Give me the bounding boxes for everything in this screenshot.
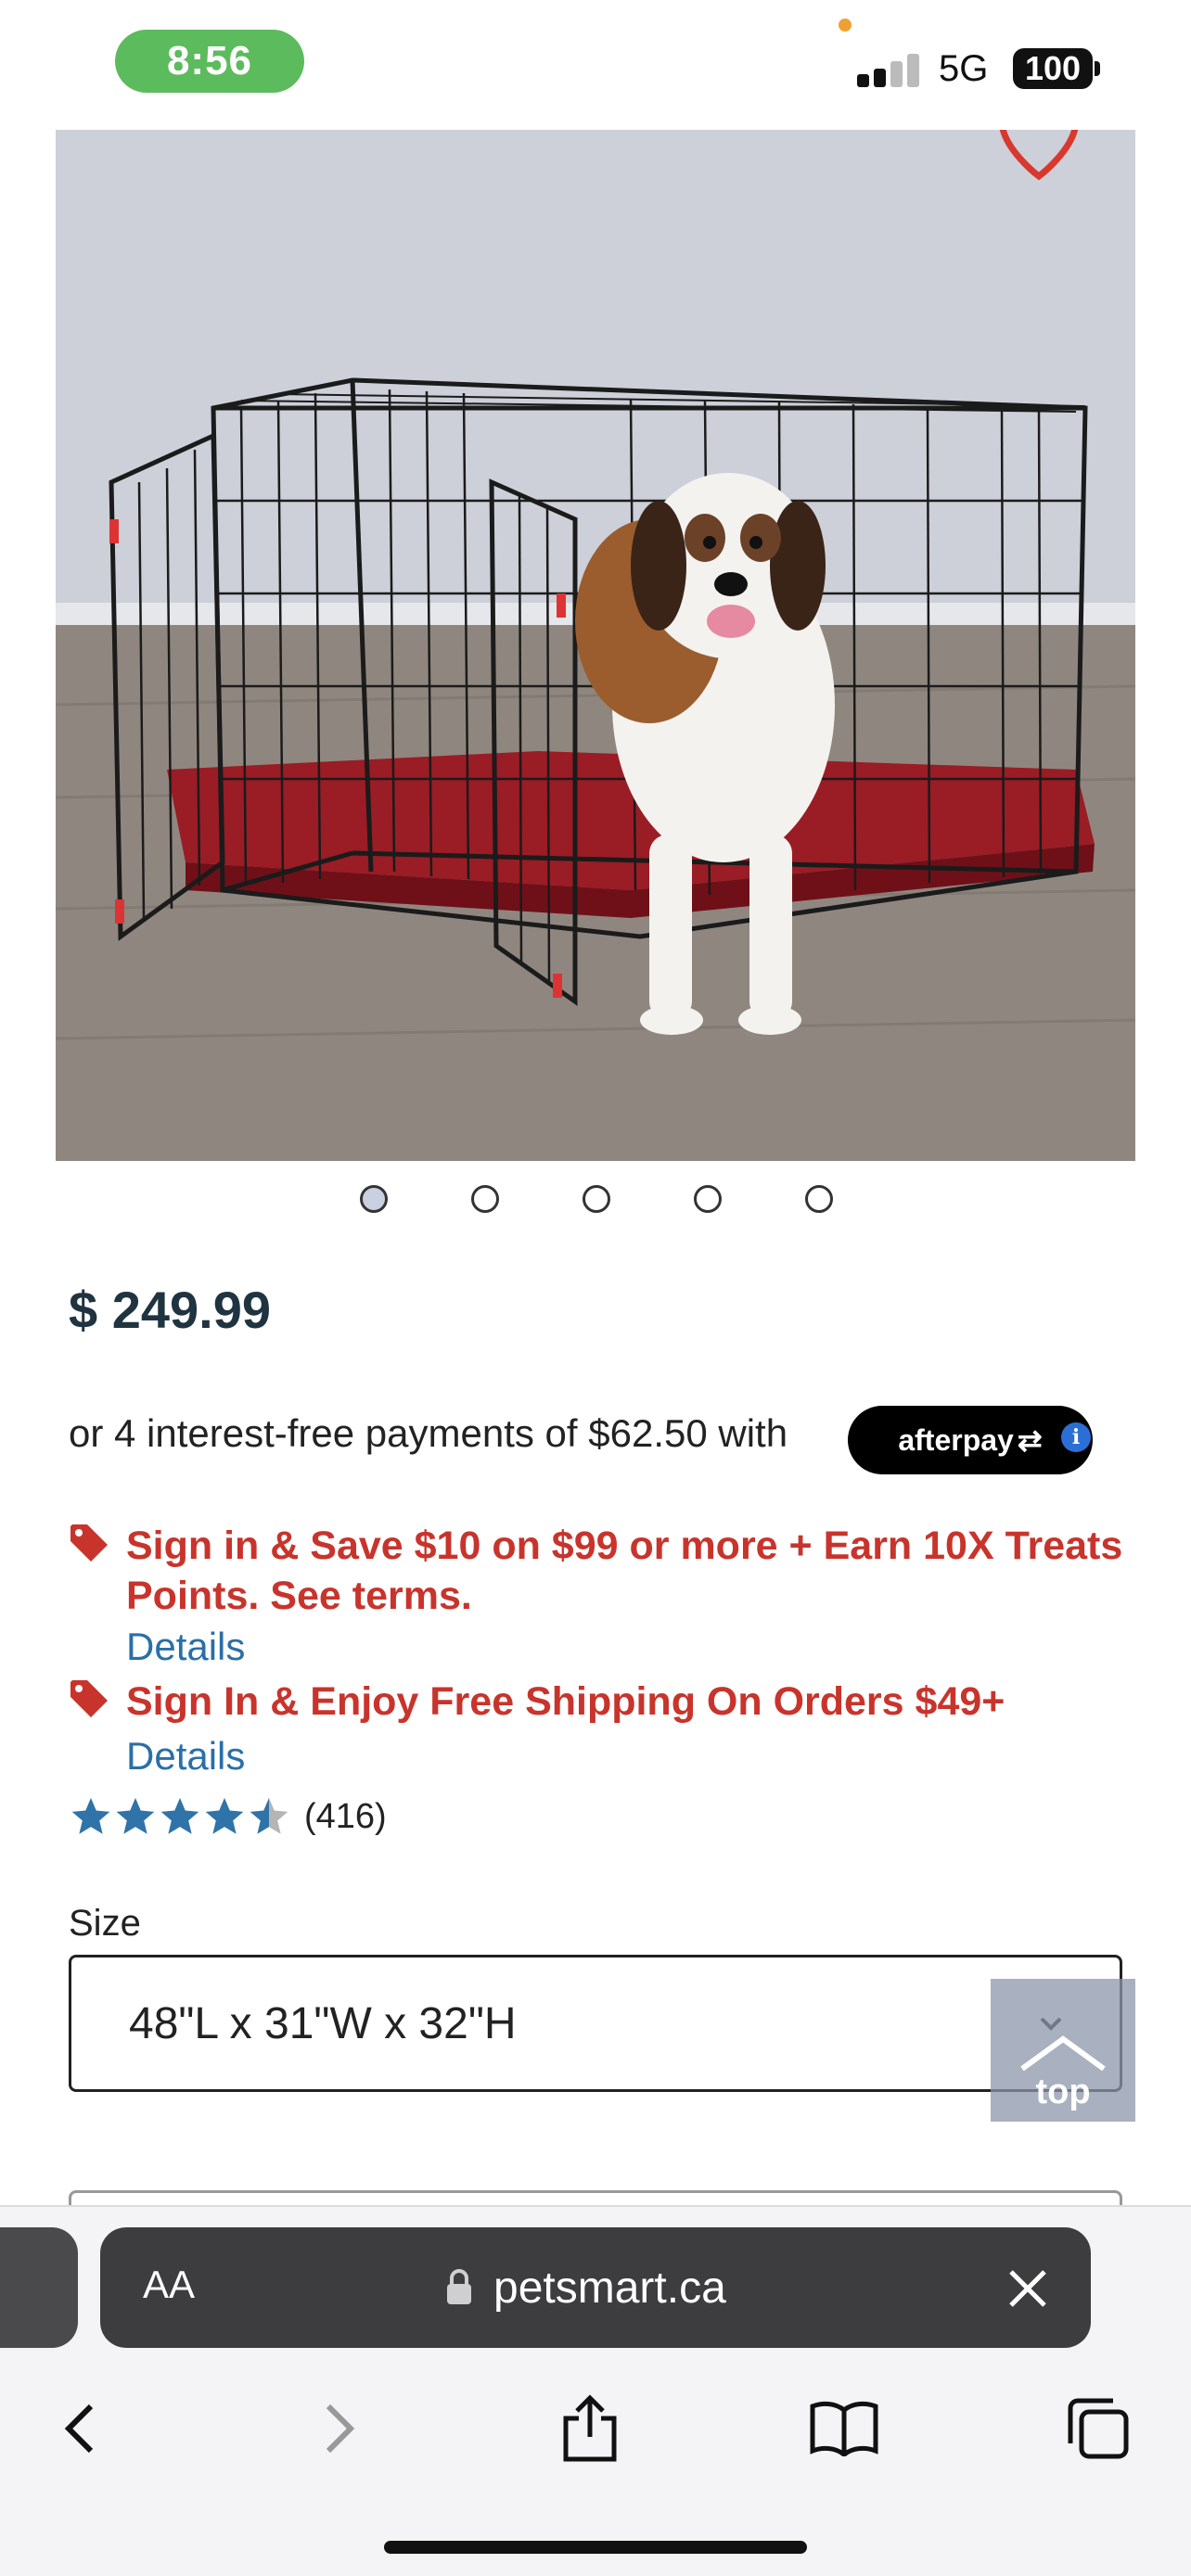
promo-details-link[interactable]: Details bbox=[126, 1734, 245, 1779]
reader-mode-label: AA bbox=[143, 2263, 196, 2306]
privacy-indicator-dot bbox=[839, 19, 852, 32]
browser-chrome: AA petsmart.ca bbox=[0, 2205, 1191, 2576]
bookmarks-button[interactable] bbox=[798, 2378, 890, 2480]
crate-illustration bbox=[56, 130, 1135, 1161]
browser-toolbar bbox=[0, 2378, 1191, 2489]
half-star-icon bbox=[250, 1797, 288, 1834]
star-icon bbox=[205, 1797, 244, 1834]
network-type: 5G bbox=[939, 48, 989, 89]
star-icon bbox=[71, 1797, 110, 1834]
share-icon bbox=[563, 2394, 617, 2462]
carousel-dot-2[interactable] bbox=[471, 1185, 499, 1213]
promo-text: Sign In & Enjoy Free Shipping On Orders … bbox=[126, 1679, 1005, 1724]
status-time: 8:56 bbox=[115, 30, 304, 93]
carousel-dot-5[interactable] bbox=[805, 1185, 833, 1213]
close-icon[interactable] bbox=[1007, 2268, 1048, 2309]
star-icon bbox=[160, 1797, 199, 1834]
promo-text: Sign in & Save $10 on $99 or more + Earn… bbox=[126, 1524, 1123, 1618]
reader-mode-button[interactable]: AA bbox=[143, 2263, 195, 2307]
installments-text: or 4 interest-free payments of $62.50 wi… bbox=[69, 1411, 788, 1455]
heart-icon[interactable] bbox=[983, 130, 1095, 195]
carousel-dots bbox=[0, 1185, 1191, 1213]
forward-button[interactable] bbox=[293, 2378, 386, 2480]
lock-icon bbox=[447, 2269, 471, 2304]
product-price: $ 249.99 bbox=[69, 1281, 271, 1339]
signal-strength-icon bbox=[857, 50, 922, 87]
product-image[interactable] bbox=[56, 130, 1135, 1161]
chevron-up-icon bbox=[1020, 2035, 1106, 2072]
status-bar: 8:56 5G 100 bbox=[0, 0, 1191, 130]
tabs-icon bbox=[1068, 2398, 1129, 2459]
previous-tab-preview[interactable] bbox=[0, 2227, 78, 2348]
carousel-dot-3[interactable] bbox=[583, 1185, 610, 1213]
size-select[interactable]: 48"L x 31"W x 32"H bbox=[69, 1955, 1122, 2092]
promo-details-link[interactable]: Details bbox=[126, 1625, 245, 1669]
afterpay-label: afterpay bbox=[898, 1422, 1014, 1457]
url-text[interactable]: petsmart.ca bbox=[493, 2263, 726, 2314]
chevron-left-icon bbox=[64, 2404, 94, 2454]
size-label: Size bbox=[69, 1903, 141, 1944]
info-icon[interactable]: i bbox=[1061, 1422, 1091, 1452]
star-icon bbox=[116, 1797, 155, 1834]
afterpay-badge[interactable]: afterpay ⇄ bbox=[848, 1406, 1093, 1474]
tag-icon bbox=[70, 1680, 108, 1717]
address-bar[interactable]: AA petsmart.ca bbox=[100, 2227, 1091, 2348]
carousel-dot-4[interactable] bbox=[694, 1185, 722, 1213]
afterpay-arrows-icon: ⇄ bbox=[1017, 1423, 1043, 1457]
share-button[interactable] bbox=[544, 2378, 636, 2480]
carousel-dot-1[interactable] bbox=[360, 1185, 388, 1213]
review-count[interactable]: (416) bbox=[304, 1797, 387, 1837]
product-rating[interactable]: (416) bbox=[69, 1793, 387, 1840]
size-value: 48"L x 31"W x 32"H bbox=[129, 1999, 517, 2048]
star-rating bbox=[69, 1795, 291, 1838]
back-to-top-button[interactable]: top bbox=[991, 1979, 1135, 2122]
tabs-button[interactable] bbox=[1052, 2378, 1145, 2480]
battery-tip bbox=[1095, 61, 1100, 76]
book-icon bbox=[810, 2401, 878, 2456]
home-indicator[interactable] bbox=[384, 2541, 807, 2554]
chevron-right-icon bbox=[326, 2404, 355, 2454]
back-to-top-label: top bbox=[1035, 2072, 1091, 2111]
tag-icon bbox=[70, 1524, 108, 1562]
battery-icon: 100 bbox=[1013, 48, 1093, 89]
back-button[interactable] bbox=[33, 2378, 126, 2480]
